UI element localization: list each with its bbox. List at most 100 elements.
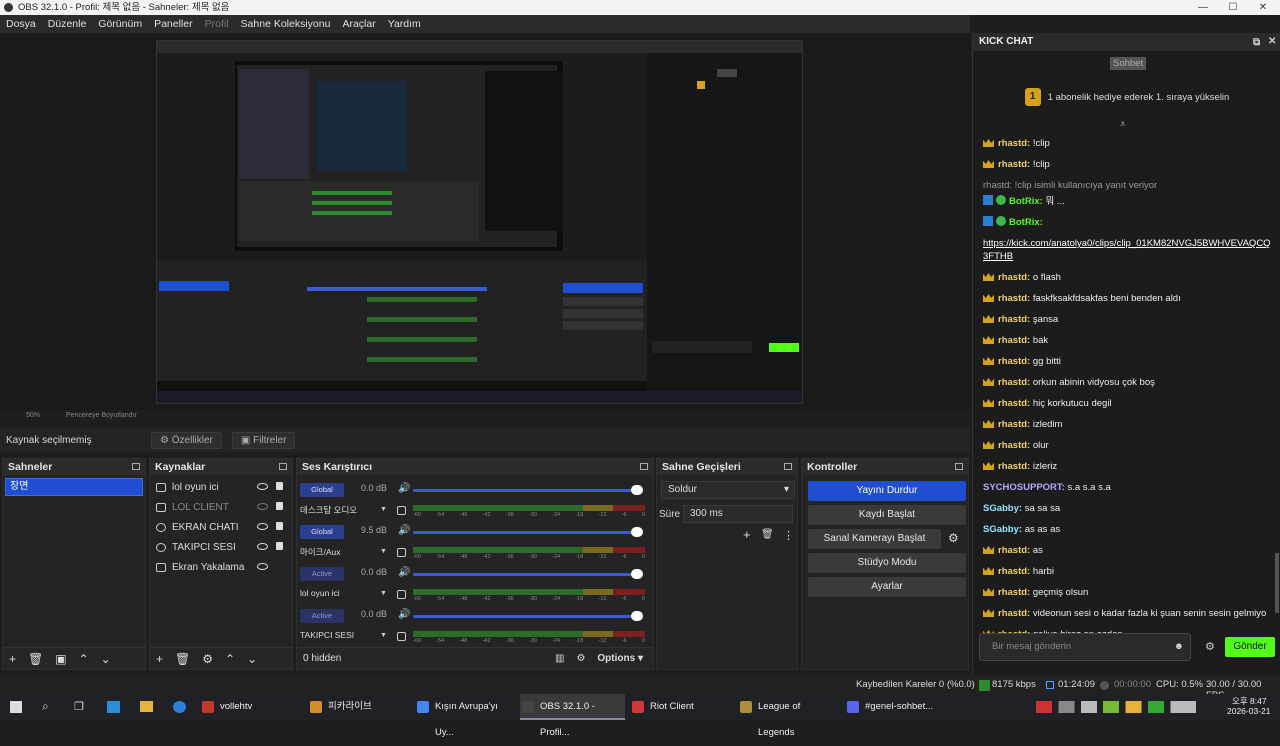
emoji-icon[interactable]: ☻ [1174,634,1184,660]
chat-username[interactable]: rhastd [998,314,1027,325]
chevron-down-icon[interactable]: ▼ [380,548,387,555]
options-button[interactable]: Options ▾ [597,653,643,664]
taskbar-app[interactable]: Kışın Avrupa'yı Uy... [415,694,515,738]
close-button[interactable]: ✕ [1248,0,1278,15]
store-icon[interactable] [107,701,120,713]
gear-icon[interactable]: ⚙ [948,531,959,545]
popout-icon[interactable] [640,463,648,470]
menu-profile[interactable]: Profil [199,18,235,30]
trash-icon[interactable]: 🗑 [761,529,774,540]
task-view-icon[interactable]: ❐ [74,700,84,713]
gear-icon[interactable]: ⚙ [1205,640,1215,653]
chat-username[interactable]: rhastd [998,335,1027,346]
source-item[interactable]: EKRAN CHATI [150,517,292,537]
monitor-icon[interactable] [397,590,406,599]
volume-slider[interactable] [413,569,643,579]
chat-username[interactable]: rhastd [998,440,1027,451]
popout-icon[interactable]: ⧉ [1253,34,1260,52]
monitor-icon[interactable] [397,632,406,641]
menu-scene-collection[interactable]: Sahne Koleksiyonu [235,18,337,30]
up-icon[interactable]: ⌃ [79,652,89,666]
speaker-icon[interactable]: 🔊 [398,609,410,621]
volume-slider-knob[interactable] [631,611,643,621]
eye-icon[interactable] [257,543,268,550]
speaker-icon[interactable]: 🔊 [398,483,410,495]
add-icon[interactable]: + [9,652,16,666]
taskbar-app[interactable]: 피카라이브 [308,694,408,720]
menu-view[interactable]: Görünüm [92,18,148,30]
menu-docks[interactable]: Paneller [148,18,199,30]
chat-username[interactable]: BotRix [1009,196,1040,207]
trash-icon[interactable]: 🗑 [175,652,190,666]
chat-username[interactable]: rhastd [998,566,1027,577]
add-icon[interactable]: + [156,652,163,666]
eye-icon[interactable] [257,483,268,490]
duration-spinbox[interactable]: 300 ms [683,505,793,523]
chat-username[interactable]: rhastd [998,272,1027,283]
clock-date[interactable]: 2026-03-21 [1227,706,1270,716]
add-icon[interactable]: + [743,527,751,542]
speaker-icon[interactable]: 🔊 [398,525,410,537]
monitor-icon[interactable] [397,506,406,515]
chat-username[interactable]: SGabby [983,503,1019,514]
minimize-button[interactable]: — [1188,0,1218,15]
chat-username[interactable]: BotRix [1009,217,1040,228]
chat-username[interactable]: rhastd [998,377,1027,388]
volume-slider-knob[interactable] [631,527,643,537]
eye-icon[interactable] [257,523,268,530]
monitoring-badge[interactable]: Active [300,609,344,623]
source-item[interactable]: lol oyun ici [150,477,292,497]
gift-banner[interactable]: 1 1 abonelik hediye ederek 1. sıraya yük… [973,77,1280,117]
chat-username[interactable]: rhastd [998,545,1027,556]
chat-username[interactable]: rhastd [998,587,1027,598]
volume-slider[interactable] [413,611,643,621]
popout-icon[interactable] [132,463,140,470]
chat-input[interactable]: Bir mesaj gönderin ☻ [979,633,1191,661]
taskbar-app[interactable]: Riot Client [630,694,730,720]
taskbar-app[interactable]: OBS 32.1.0 - Profil... [520,694,625,738]
more-icon[interactable]: ⋮ [783,529,794,542]
volume-slider-knob[interactable] [631,569,643,579]
edge-icon[interactable] [173,701,186,713]
system-tray-icons[interactable] [1036,701,1196,713]
popout-icon[interactable] [279,463,287,470]
zoom-level[interactable]: 50% [26,412,40,419]
trash-icon[interactable]: 🗑 [28,652,43,666]
studio-mode-button[interactable]: Stüdyo Modu [808,553,966,573]
hidden-count[interactable]: 0 hidden [303,653,341,664]
transition-select[interactable]: Soldur ▾ [661,481,795,499]
program-preview[interactable] [156,40,803,404]
expand-icon[interactable]: ⩡ [1120,119,1126,130]
properties-button[interactable]: ⚙ Özellikler [151,431,222,449]
popout-icon[interactable] [784,463,792,470]
eye-hidden-icon[interactable] [257,503,268,510]
layout-icon[interactable]: ▥ [555,653,564,664]
chat-username[interactable]: rhastd [998,138,1027,149]
taskbar-app[interactable]: #genel-sohbet... [845,694,945,720]
chat-username[interactable]: rhastd [998,419,1027,430]
filter-icon[interactable]: ▣ [55,652,66,666]
clip-link[interactable]: https://kick.com/anatolya0/clips/clip_01… [983,238,1271,262]
send-button[interactable]: Gönder [1225,637,1275,657]
chevron-down-icon[interactable]: ▼ [380,590,387,597]
speaker-icon[interactable]: 🔊 [398,567,410,579]
monitoring-badge[interactable]: Active [300,567,344,581]
chat-username[interactable]: rhastd [998,608,1027,619]
eye-icon[interactable] [257,563,268,570]
chat-tab[interactable]: Sohbet [1110,57,1147,70]
chat-scrollbar[interactable] [1275,553,1279,613]
scene-item[interactable]: 장면 [5,478,143,496]
fit-to-window[interactable]: Pencereye Boyutlandır [66,412,137,419]
windows-start-icon[interactable] [10,701,22,713]
lock-icon[interactable] [276,482,283,490]
chat-username[interactable]: rhastd [998,398,1027,409]
down-icon[interactable]: ⌄ [101,652,111,666]
chevron-down-icon[interactable]: ▼ [380,632,387,639]
source-item[interactable]: LOL CLIENT [150,497,292,517]
chat-username[interactable]: rhastd [998,159,1027,170]
popout-icon[interactable] [955,463,963,470]
advanced-audio-icon[interactable]: ⚙ [576,653,585,664]
lock-icon[interactable] [276,542,283,550]
source-item[interactable]: TAKIPCI SESI [150,537,292,557]
menu-edit[interactable]: Düzenle [42,18,93,30]
